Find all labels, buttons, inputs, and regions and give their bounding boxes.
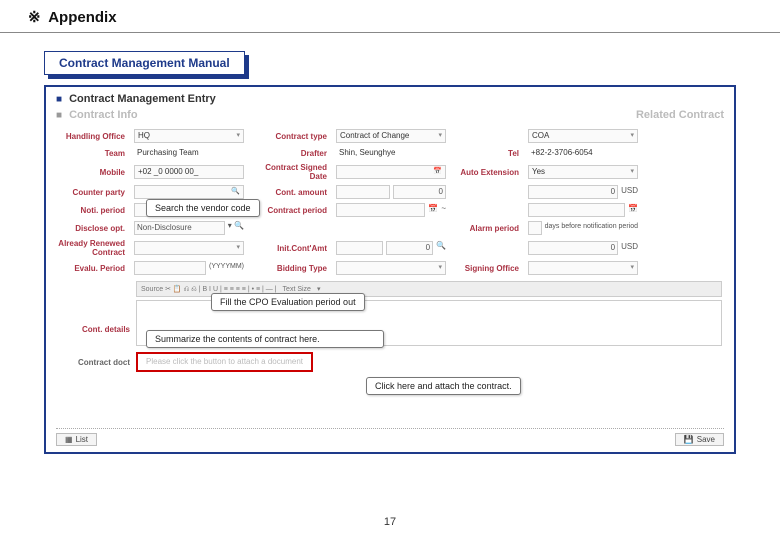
- lbl-alarm-period: Alarm period: [452, 224, 522, 233]
- cont-amount-0: 0: [393, 185, 447, 199]
- contract-period-group: 📅 ~: [336, 203, 446, 217]
- contract-type-select[interactable]: Contract of Change: [336, 129, 446, 143]
- lbl-signing-office: Signing Office: [452, 264, 522, 273]
- usd-suffix: USD: [621, 185, 638, 199]
- callout-fill-cpo: Fill the CPO Evaluation period out: [211, 293, 365, 311]
- lbl-drafter: Drafter: [250, 149, 330, 158]
- bottom-actions: ▦ List 💾 Save: [56, 428, 724, 446]
- lbl-signed-date: Contract Signed Date: [250, 163, 330, 181]
- lbl-counter-party: Counter party: [58, 188, 128, 197]
- auto-extension-select[interactable]: Yes: [528, 165, 638, 179]
- square-icon: ■: [56, 110, 62, 121]
- lbl-mobile: Mobile: [58, 168, 128, 177]
- lbl-already-renewed: Already Renewed Contract: [58, 239, 128, 257]
- list-button[interactable]: ▦ List: [56, 433, 97, 446]
- manual-tab: Contract Management Manual: [44, 51, 245, 75]
- entry-title: Contract Management Entry: [69, 93, 216, 105]
- alarm-tail: days before notification period: [545, 221, 638, 235]
- period-from[interactable]: [336, 203, 425, 217]
- page-number: 17: [0, 516, 780, 528]
- callout-search-vendor: Search the vendor code: [146, 199, 260, 217]
- lbl-bidding-type: Bidding Type: [250, 264, 330, 273]
- save-icon: 💾: [684, 435, 694, 444]
- counter-party-input[interactable]: [134, 185, 244, 199]
- attach-row: Contract doct Please click the button to…: [58, 352, 722, 372]
- contract-info-section: Contract Info: [69, 109, 137, 121]
- cont-amount-group: 0: [336, 185, 446, 199]
- lbl-team: Team: [58, 149, 128, 158]
- callout-summarize: Summarize the contents of contract here.: [146, 330, 384, 348]
- lbl-handling-office: Handling Office: [58, 132, 128, 141]
- lbl-disclose: Disclose opt.: [58, 224, 128, 233]
- callout-attach: Click here and attach the contract.: [366, 377, 521, 395]
- attach-contract-button[interactable]: Please click the button to attach a docu…: [136, 352, 313, 372]
- related-contract-section: Related Contract: [636, 109, 724, 121]
- eval-period-input[interactable]: [134, 261, 206, 275]
- handling-office-select[interactable]: HQ: [134, 129, 244, 143]
- page-title: ※ Appendix: [0, 0, 780, 33]
- bidding-type-select[interactable]: [336, 261, 446, 275]
- signing-office-select[interactable]: [528, 261, 638, 275]
- alarm-input[interactable]: [528, 221, 542, 235]
- lbl-cont-amount: Cont. amount: [250, 188, 330, 197]
- mobile-input[interactable]: +02 _0 0000 00_: [134, 165, 244, 179]
- lbl-contract-type: Contract type: [250, 132, 330, 141]
- lbl-eval-period: Evalu. Period: [58, 264, 128, 273]
- init-amt-input[interactable]: [336, 241, 383, 255]
- lbl-noti-period: Noti. period: [58, 206, 128, 215]
- already-renewed-select[interactable]: [134, 241, 244, 255]
- list-icon: ▦: [65, 435, 73, 444]
- lbl-contract-period: Contract period: [250, 206, 330, 215]
- lbl-cont-doc: Contract doct: [58, 358, 130, 367]
- save-button[interactable]: 💾 Save: [675, 433, 724, 446]
- appendix-symbol: ※: [28, 9, 41, 26]
- lbl-init-amt: Init.Cont'Amt: [250, 244, 330, 253]
- appendix-label: Appendix: [48, 9, 116, 26]
- lbl-auto-extension: Auto Extension: [452, 168, 522, 177]
- signed-date-input[interactable]: [336, 165, 446, 179]
- team-value: Purchasing Team: [134, 147, 244, 159]
- tel-value: +82-2-3706-6054: [528, 147, 638, 159]
- contract-entry-screenshot: ■ Contract Management Entry ■ Contract I…: [44, 85, 736, 454]
- lbl-tel: Tel: [452, 149, 522, 158]
- disclose-select[interactable]: Non-Disclosure: [134, 221, 225, 235]
- square-icon: ■: [56, 94, 62, 105]
- period-to[interactable]: [528, 203, 625, 217]
- drafter-value: Shin, Seunghye: [336, 147, 446, 159]
- cont-amount-input[interactable]: [336, 185, 390, 199]
- coa-select[interactable]: COA: [528, 129, 638, 143]
- lbl-cont-details: Cont. details: [58, 325, 130, 334]
- amount-zero: 0: [528, 185, 618, 199]
